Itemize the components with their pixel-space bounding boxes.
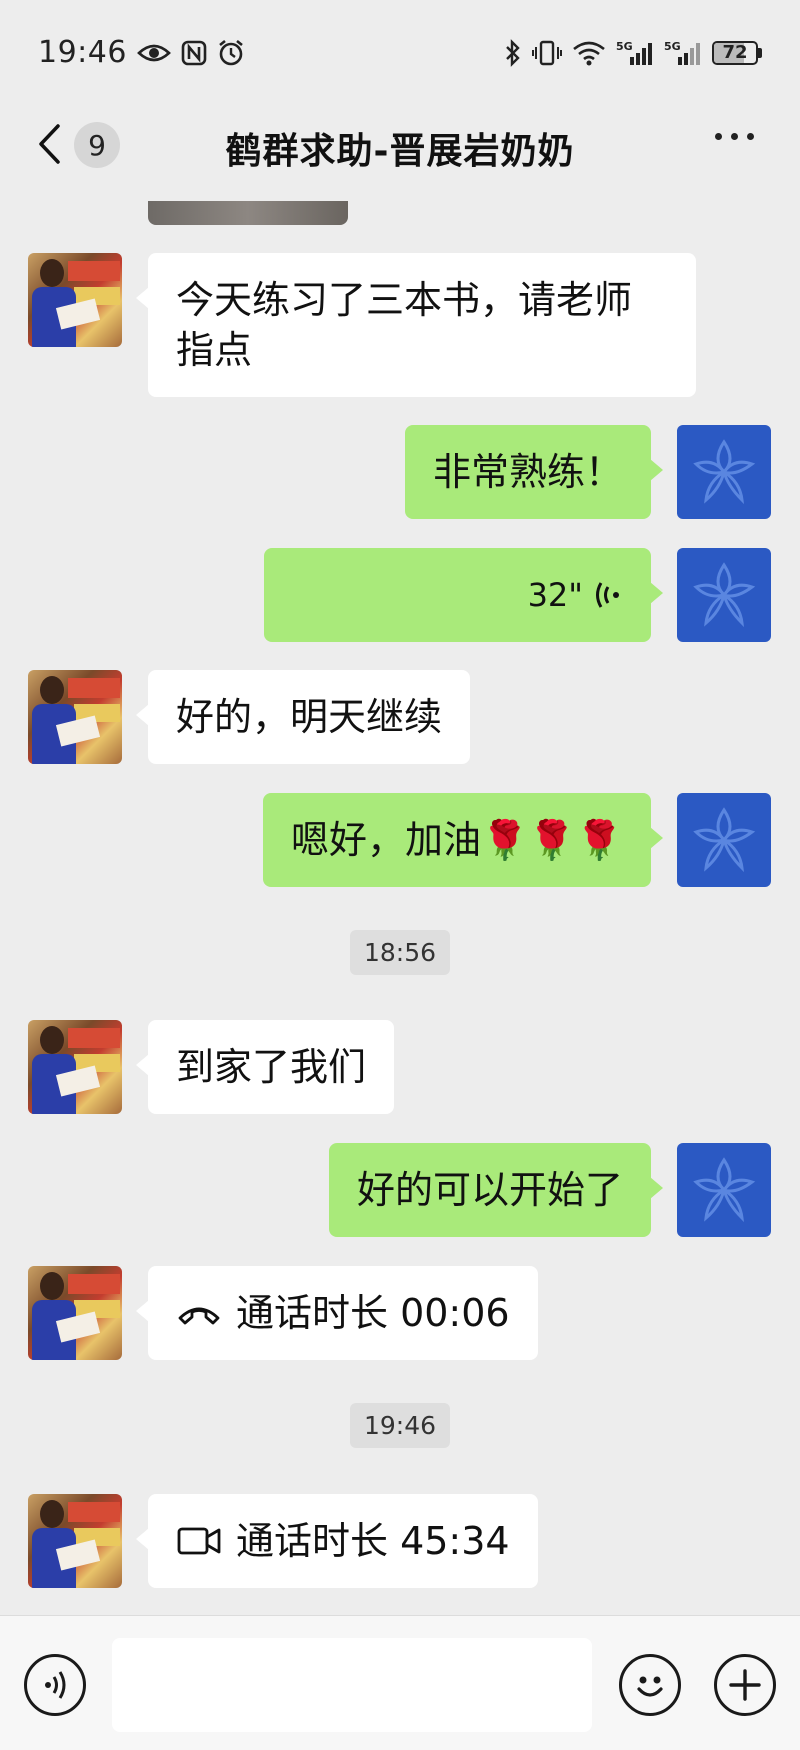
more-button[interactable]: [715, 133, 754, 140]
message-bubble[interactable]: 到家了我们: [135, 1020, 395, 1114]
message-bubble[interactable]: 好的可以开始了: [328, 1143, 664, 1237]
emoji-button[interactable]: [619, 1654, 681, 1716]
flower-logo-icon: [693, 807, 756, 873]
status-time: 19:46: [38, 35, 127, 70]
call-record-bubble[interactable]: 通话时长 00:06: [136, 1266, 538, 1360]
sender-avatar[interactable]: [28, 1266, 122, 1360]
vibrate-icon: [532, 39, 562, 67]
voice-duration: 32": [527, 576, 583, 614]
timestamp: 18:56: [0, 930, 800, 975]
message-bubble[interactable]: 非常熟练！: [404, 425, 664, 519]
timestamp: 19:46: [0, 1403, 800, 1448]
signal-5g-icon-2: 5G: [664, 39, 702, 67]
flower-logo-icon: [693, 1157, 756, 1223]
add-button[interactable]: [714, 1654, 776, 1716]
voice-input-button[interactable]: [24, 1654, 86, 1716]
voice-wave-icon: [596, 582, 619, 608]
message-list[interactable]: 今天练习了三本书，请老师 指点 非常熟练！ 32" 好的，明天继续 嗯好，加油🌹…: [0, 185, 800, 1615]
my-avatar[interactable]: [677, 1143, 771, 1237]
sender-avatar[interactable]: [28, 1494, 122, 1588]
alarm-icon: [217, 39, 245, 67]
my-avatar[interactable]: [677, 793, 771, 887]
timestamp-label: 19:46: [349, 1403, 451, 1448]
voice-input-icon: [45, 1671, 66, 1699]
more-dots-icon: [715, 133, 722, 140]
nfc-icon: [181, 40, 207, 66]
my-avatar[interactable]: [677, 425, 771, 519]
message-bubble[interactable]: 今天练习了三本书，请老师 指点: [136, 253, 696, 397]
video-camera-icon: [177, 1527, 221, 1555]
emoji-icon: [637, 1676, 663, 1697]
message-bubble[interactable]: 嗯好，加油🌹🌹🌹: [263, 793, 663, 887]
sender-avatar[interactable]: [28, 670, 122, 764]
call-record-bubble[interactable]: 通话时长 45:34: [136, 1494, 538, 1588]
svg-text:5G: 5G: [616, 40, 633, 53]
sender-avatar[interactable]: [28, 1020, 122, 1114]
plus-icon: [729, 1669, 761, 1701]
eye-icon: [137, 42, 171, 64]
message-input[interactable]: [112, 1638, 592, 1732]
battery-level: 72: [722, 42, 748, 63]
chat-title: 鹤群求助-晋展岩奶奶: [225, 131, 575, 172]
wifi-icon: [572, 40, 606, 66]
status-bar: 19:46 5G 5G 72: [0, 0, 800, 105]
sender-avatar[interactable]: [28, 253, 122, 347]
flower-logo-icon: [693, 562, 756, 628]
call-duration: 通话时长 00:06: [236, 1291, 510, 1335]
flower-logo-icon: [693, 439, 756, 505]
call-duration: 通话时长 45:34: [236, 1519, 510, 1563]
battery-icon: 72: [712, 40, 762, 65]
chat-header: 9 鹤群求助-晋展岩奶奶: [0, 105, 800, 185]
voice-message-bubble[interactable]: 32": [264, 548, 663, 642]
signal-5g-icon: 5G: [616, 39, 654, 67]
bluetooth-icon: [504, 38, 522, 67]
phone-hangup-icon: [178, 1307, 220, 1325]
timestamp-label: 18:56: [349, 930, 451, 975]
input-bar: [0, 1615, 800, 1750]
message-bubble[interactable]: 好的，明天继续: [135, 670, 471, 764]
previous-video-thumbnail[interactable]: [148, 201, 348, 225]
my-avatar[interactable]: [677, 548, 771, 642]
svg-text:5G: 5G: [664, 40, 681, 53]
